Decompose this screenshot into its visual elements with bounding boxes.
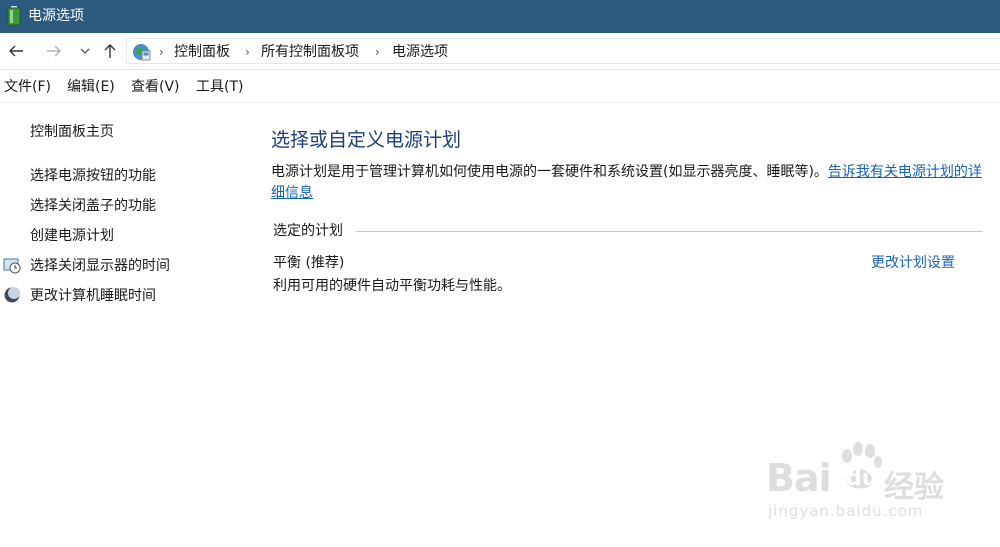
breadcrumb-all-items[interactable]: 所有控制面板项 xyxy=(261,43,359,61)
navigation-bar: › 控制面板 › 所有控制面板项 › 电源选项 xyxy=(0,33,1000,70)
display-clock-icon xyxy=(3,258,21,274)
description-text: 电源计划是用于管理计算机如何使用电源的一套硬件和系统设置(如显示器亮度、睡眠等)… xyxy=(271,164,828,180)
chevron-down-icon[interactable] xyxy=(78,44,92,58)
sidebar-create-plan-link[interactable]: 创建电源计划 xyxy=(30,227,114,245)
sidebar-control-panel-home[interactable]: 控制面板主页 xyxy=(30,123,114,141)
back-arrow-icon[interactable] xyxy=(7,42,25,60)
section-divider xyxy=(356,231,983,232)
address-bar[interactable]: › 控制面板 › 所有控制面板项 › 电源选项 xyxy=(126,38,1000,64)
moon-icon xyxy=(4,287,20,303)
plan-name: 平衡 (推荐) xyxy=(273,255,345,271)
menu-tools[interactable]: 工具(T) xyxy=(196,78,243,96)
sidebar-power-button-link[interactable]: 选择电源按钮的功能 xyxy=(30,167,156,185)
watermark-brand-b: du xyxy=(846,466,878,491)
watermark-url: jingyan.baidu.com xyxy=(768,502,924,520)
breadcrumb-power-options[interactable]: 电源选项 xyxy=(392,43,448,61)
control-panel-icon xyxy=(133,44,151,61)
menu-edit[interactable]: 编辑(E) xyxy=(67,78,115,96)
title-bar: 电源选项 xyxy=(0,0,1000,33)
menu-bar: 文件(F) 编辑(E) 查看(V) 工具(T) xyxy=(0,70,1000,103)
page-description: 电源计划是用于管理计算机如何使用电源的一套硬件和系统设置(如显示器亮度、睡眠等)… xyxy=(271,162,987,204)
up-arrow-icon[interactable] xyxy=(101,42,119,60)
breadcrumb-control-panel[interactable]: 控制面板 xyxy=(174,43,230,61)
change-plan-settings-link[interactable]: 更改计划设置 xyxy=(871,254,955,272)
plan-description: 利用可用的硬件自动平衡功耗与性能。 xyxy=(273,278,511,294)
breadcrumb-separator-icon[interactable]: › xyxy=(245,43,250,61)
forward-arrow-icon[interactable] xyxy=(45,42,63,60)
watermark-brand-a: Bai xyxy=(766,456,832,500)
watermark: Bai du 经验 jingyan.baidu.com xyxy=(764,436,964,531)
window-title: 电源选项 xyxy=(28,8,84,24)
selected-plan-label: 选定的计划 xyxy=(273,223,343,239)
menu-view[interactable]: 查看(V) xyxy=(131,78,180,96)
page-title: 选择或自定义电源计划 xyxy=(271,129,462,151)
breadcrumb-separator-icon[interactable]: › xyxy=(375,43,380,61)
sidebar-display-off-link[interactable]: 选择关闭显示器的时间 xyxy=(30,257,170,275)
breadcrumb-separator-icon: › xyxy=(159,45,164,59)
battery-icon xyxy=(7,6,21,26)
sidebar-sleep-time-link[interactable]: 更改计算机睡眠时间 xyxy=(30,287,156,305)
sidebar-lid-close-link[interactable]: 选择关闭盖子的功能 xyxy=(30,197,156,215)
watermark-brand-cn: 经验 xyxy=(884,470,944,505)
menu-file[interactable]: 文件(F) xyxy=(4,78,51,96)
